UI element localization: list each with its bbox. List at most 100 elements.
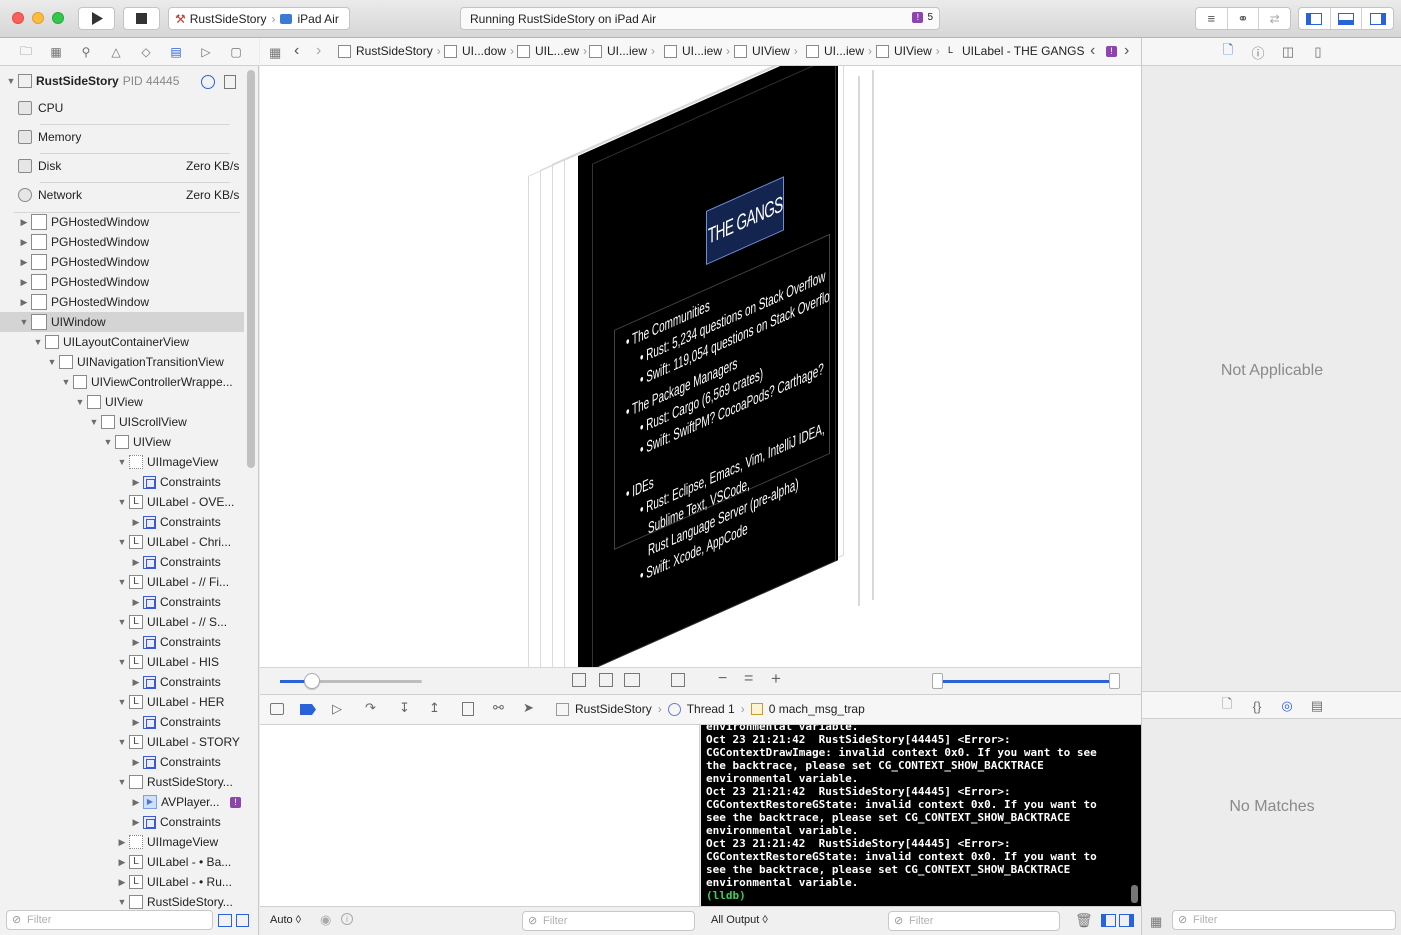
jump-bar-crumb[interactable]: UI...dow › <box>444 44 514 58</box>
step-over-icon[interactable]: ↷ <box>365 700 376 716</box>
disclosure-open-icon[interactable]: ▼ <box>117 577 127 587</box>
continue-icon[interactable]: ▷ <box>332 701 342 717</box>
zoom-out-icon[interactable]: − <box>718 670 727 688</box>
ui-window-layer[interactable]: THE GANGS • The Communities • Rust: 5,23… <box>578 66 838 667</box>
disclosure-closed-icon[interactable]: ▶ <box>19 297 29 308</box>
media-library-tab[interactable]: ▤ <box>1309 698 1325 714</box>
tree-row[interactable]: ▼ RustSideStory... <box>0 892 244 912</box>
zoom-in-icon[interactable]: + <box>771 669 781 689</box>
disclosure-closed-icon[interactable]: ▶ <box>131 637 141 648</box>
runtime-issue-icon[interactable]: ! <box>230 796 241 808</box>
breakpoints-toggle-icon[interactable] <box>300 704 316 715</box>
tree-row[interactable]: ▼ UIImageView <box>0 452 244 472</box>
related-items-icon[interactable]: ▦ <box>269 45 281 61</box>
tree-row[interactable]: ▶ Constraints <box>0 592 244 612</box>
disclosure-open-icon[interactable]: ▼ <box>103 437 113 447</box>
tree-row[interactable]: ▶ Constraints <box>0 672 244 692</box>
disclosure-closed-icon[interactable]: ▶ <box>19 257 29 268</box>
tree-row[interactable]: ▶ Constraints <box>0 712 244 732</box>
version-editor-button[interactable]: ⇄ <box>1259 8 1290 29</box>
variables-filter-input[interactable]: Filter <box>522 911 695 931</box>
show-variables-icon[interactable] <box>1101 914 1116 927</box>
console-filter-input[interactable]: Filter <box>888 911 1060 931</box>
zoom-window-button[interactable] <box>52 12 64 24</box>
tree-row[interactable]: ▶ Constraints <box>0 632 244 652</box>
tree-row[interactable]: ▼ UIViewControllerWrappe... <box>0 372 244 392</box>
disclosure-closed-icon[interactable]: ▶ <box>131 717 141 728</box>
gauge-cpu[interactable]: CPU <box>0 93 240 122</box>
tree-row[interactable]: ▼ L UILabel - STORY <box>0 732 244 752</box>
disclosure-closed-icon[interactable]: ▶ <box>131 817 141 828</box>
jump-bar-crumb[interactable]: RustSideStory › <box>338 44 441 58</box>
library-filter-input[interactable]: Filter <box>1172 910 1396 930</box>
disclosure-open-icon[interactable]: ▼ <box>117 657 127 667</box>
step-out-icon[interactable]: ↥ <box>429 700 440 716</box>
breakpoint-navigator-tab[interactable]: ▷ <box>198 44 214 60</box>
file-template-tab[interactable]: 🗋 <box>1219 696 1235 714</box>
tree-row[interactable]: ▶ PGHostedWindow <box>0 212 244 232</box>
disclosure-closed-icon[interactable]: ▶ <box>19 277 29 288</box>
location-icon[interactable]: ➤ <box>523 700 534 716</box>
jump-bar-crumb[interactable]: UIView › <box>734 44 798 58</box>
gauge-memory[interactable]: Memory <box>0 122 240 151</box>
tree-row[interactable]: ▼ L UILabel - Chri... <box>0 532 244 552</box>
tree-row[interactable]: ▼ UIWindow <box>0 312 244 332</box>
minimize-window-button[interactable] <box>32 12 44 24</box>
toggle-navigator-button[interactable] <box>1299 8 1331 29</box>
standard-editor-button[interactable]: ≡ <box>1196 8 1228 29</box>
hide-debug-area-icon[interactable] <box>270 703 284 715</box>
disclosure-open-icon[interactable]: ▼ <box>89 417 99 427</box>
console-output[interactable]: environmental variable. Oct 23 21:21:42 R… <box>701 725 1141 906</box>
scheme-selector[interactable]: ⚒ RustSideStory › iPad Air <box>168 7 350 30</box>
file-inspector-tab[interactable]: 🗋 <box>1220 42 1236 60</box>
stop-button[interactable] <box>123 7 160 30</box>
run-button[interactable] <box>78 7 115 30</box>
find-navigator-tab[interactable]: ⚲ <box>78 44 94 60</box>
symbol-navigator-tab[interactable]: ▦ <box>48 44 64 60</box>
disclosure-closed-icon[interactable]: ▶ <box>19 237 29 248</box>
process-row[interactable]: ▼ RustSideStory PID 44445 <box>0 71 179 91</box>
toggle-debug-area-button[interactable] <box>1331 8 1363 29</box>
tree-row[interactable]: ▶ UIImageView <box>0 832 244 852</box>
eye-icon[interactable]: ◉ <box>320 912 331 928</box>
issue-navigator-tab[interactable]: △ <box>108 44 124 60</box>
clipped-content-icon[interactable] <box>572 673 586 687</box>
range-slider-max-knob[interactable] <box>1109 673 1120 689</box>
issue-badge[interactable]: ! 5 <box>912 12 933 23</box>
tree-row[interactable]: ▼ UIView <box>0 432 244 452</box>
test-navigator-tab[interactable]: ◇ <box>138 44 154 60</box>
next-issue-icon[interactable]: › <box>1124 42 1129 60</box>
jump-bar-crumb[interactable]: UI...iew › <box>806 44 872 58</box>
quick-help-tab[interactable]: ⓘ <box>1250 44 1266 61</box>
tree-row[interactable]: ▶ ▶ AVPlayer...! <box>0 792 244 812</box>
memory-graph-icon[interactable] <box>224 75 236 89</box>
disclosure-closed-icon[interactable]: ▶ <box>117 837 127 848</box>
zoom-actual-icon[interactable]: = <box>744 670 753 688</box>
tree-row[interactable]: ▶ L UILabel - • Ba... <box>0 852 244 872</box>
object-library-tab[interactable]: ◎ <box>1279 698 1295 714</box>
debug-navigator-tab[interactable]: ▤ <box>168 44 184 60</box>
tree-row[interactable]: ▶ PGHostedWindow <box>0 292 244 312</box>
jump-bar-crumb[interactable]: UI...iew › <box>589 44 655 58</box>
close-window-button[interactable] <box>12 12 24 24</box>
issue-warning-icon[interactable]: ! <box>1106 46 1117 57</box>
jump-bar-crumb[interactable]: UI...iew › <box>664 44 730 58</box>
tree-row[interactable]: ▼ UIView <box>0 392 244 412</box>
previous-issue-icon[interactable]: ‹ <box>1090 42 1095 60</box>
tree-row[interactable]: ▼ L UILabel - // S... <box>0 612 244 632</box>
disclosure-closed-icon[interactable]: ▶ <box>131 477 141 488</box>
range-slider-track[interactable] <box>940 680 1116 683</box>
debug-view-hierarchy-icon[interactable] <box>462 702 474 716</box>
tree-row[interactable]: ▶ PGHostedWindow <box>0 252 244 272</box>
tree-row[interactable]: ▶ L UILabel - • Ru... <box>0 872 244 892</box>
tree-row[interactable]: ▼ UIScrollView <box>0 412 244 432</box>
variables-view[interactable] <box>260 725 700 906</box>
show-console-icon[interactable] <box>1119 914 1134 927</box>
constraints-toggle-icon[interactable] <box>599 673 613 687</box>
disclosure-closed-icon[interactable]: ▶ <box>131 597 141 608</box>
grid-view-icon[interactable]: ▦ <box>1150 914 1162 930</box>
navigator-scrollbar[interactable] <box>247 70 255 468</box>
toggle-inspector-button[interactable] <box>1362 8 1393 29</box>
tree-row[interactable]: ▶ Constraints <box>0 512 244 532</box>
tree-row[interactable]: ▶ Constraints <box>0 752 244 772</box>
